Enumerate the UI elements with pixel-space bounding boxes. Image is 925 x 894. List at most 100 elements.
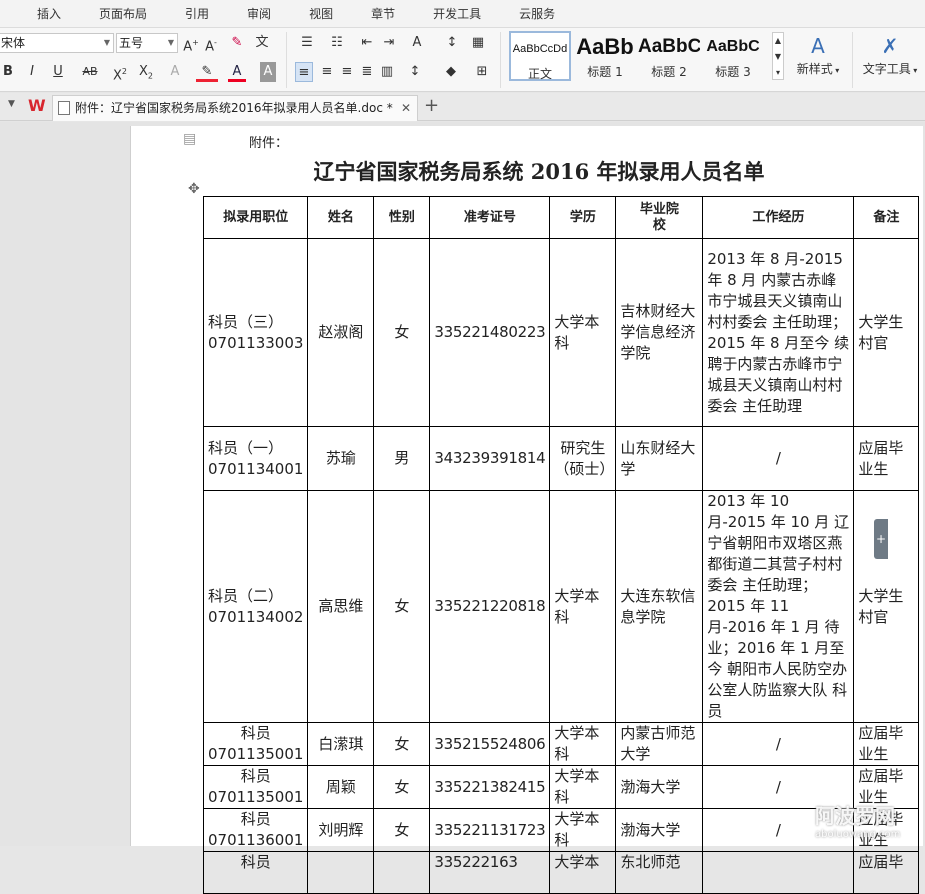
header-cell: 性别	[373, 196, 431, 239]
position-cell: 科员（二）0701134002	[202, 490, 309, 723]
superscript-icon[interactable]: X2	[110, 62, 130, 83]
school-cell: 大连东软信息学院	[615, 490, 704, 723]
paragraph-shading-icon[interactable]: ◆	[438, 62, 464, 82]
style-name: 标题 3	[715, 65, 751, 79]
new-tab-icon[interactable]: +	[424, 95, 439, 116]
new-style-button[interactable]: A 新样式 ▾	[792, 32, 844, 77]
style-preview: AaBbC	[638, 36, 700, 57]
bullet-list-icon[interactable]: ☰	[294, 33, 320, 53]
education-cell: 大学本	[549, 851, 617, 894]
position-cell: 科员 0701135001	[202, 722, 309, 766]
document-tab-title: 附件：辽宁省国家税务局系统2016年拟录用人员名单.doc *	[75, 101, 393, 115]
experience-cell: 2013 年 8 月-2015 年 8 月 内蒙古赤峰市宁城县天义镇南山村村委会…	[702, 238, 855, 427]
exam-id-cell: 335221220818	[429, 490, 551, 723]
name-cell: 高思维	[307, 490, 375, 723]
char-shading-icon[interactable]: A	[260, 62, 276, 82]
tab-view[interactable]: 视图	[290, 5, 352, 22]
attachment-label: 附件：	[249, 136, 289, 151]
education-cell: 研究生（硕士）	[549, 426, 617, 491]
distributed-icon[interactable]: ▥	[378, 62, 396, 82]
align-right-icon[interactable]: ≡	[338, 62, 356, 82]
font-color-icon[interactable]: A	[228, 62, 246, 82]
sort-icon[interactable]: ↕	[440, 33, 464, 53]
note-cell: 大学生村官	[853, 238, 920, 427]
subscript-icon[interactable]: X2	[136, 62, 156, 82]
school-cell: 吉林财经大学信息经济学院	[615, 238, 704, 427]
note-cell: 应届毕业生	[853, 722, 920, 766]
name-cell: 刘明辉	[307, 808, 375, 852]
name-cell: 白潆琪	[307, 722, 375, 766]
position-cell: 科员	[202, 851, 309, 894]
divider	[286, 32, 287, 88]
table-row: 科员 0701135001 周颖 女 335221382415 大学本科 渤海大…	[202, 765, 920, 809]
tab-cloud[interactable]: 云服务	[500, 5, 574, 22]
font-size-select[interactable]: 五号 ▼	[116, 33, 178, 53]
tab-menu-icon[interactable]: ▼	[8, 99, 15, 109]
watermark-main: 阿波罗网	[815, 804, 895, 828]
borders-icon[interactable]: ⊞	[470, 62, 494, 82]
style-heading-1[interactable]: AaBb 标题 1	[574, 31, 636, 81]
underline-icon[interactable]: U	[48, 62, 68, 82]
justify-icon[interactable]: ≣	[358, 62, 376, 82]
style-scroll-icon[interactable]: ▲ ▼ ▾	[772, 32, 784, 80]
italic-icon[interactable]: I	[24, 62, 40, 82]
align-left-icon[interactable]: ≡	[295, 62, 313, 82]
style-preview: AaBbC	[706, 38, 760, 55]
sex-cell	[373, 851, 431, 894]
line-spacing-icon[interactable]: ↕	[404, 62, 426, 82]
tab-chapter[interactable]: 章节	[352, 5, 414, 22]
tab-insert[interactable]: 插入	[0, 5, 80, 22]
sex-cell: 女	[373, 765, 431, 809]
position-cell: 科员（一）0701134001	[202, 426, 309, 491]
document-tab[interactable]: 附件：辽宁省国家税务局系统2016年拟录用人员名单.doc * ✕	[52, 95, 418, 121]
bold-icon[interactable]: B	[0, 62, 16, 82]
site-watermark: 阿波罗网 aboluowang.com	[815, 800, 900, 840]
strikethrough-icon[interactable]: AB	[78, 62, 102, 82]
font-name-select[interactable]: 宋体 ▼	[0, 33, 114, 53]
candidates-table: 拟录用职位 姓名 性别 准考证号 学历 毕业院校 工作经历 备注 科员（三）07…	[202, 196, 920, 894]
wrench-icon: ✗	[881, 34, 899, 58]
name-cell	[307, 851, 375, 894]
style-normal[interactable]: AaBbCcDd 正文	[509, 31, 571, 81]
education-cell: 大学本科	[549, 238, 617, 427]
highlight-icon[interactable]: ✎	[196, 62, 218, 82]
style-heading-2[interactable]: AaBbC 标题 2	[638, 31, 700, 81]
document-canvas[interactable]: ▤ 附件： 辽宁省国家税务局系统 2016 年拟录用人员名单 ✥ 拟录用职位 姓…	[0, 122, 925, 894]
sex-cell: 男	[373, 426, 431, 491]
table-grid-icon[interactable]: ▦	[468, 33, 488, 53]
note-cell: 应届毕	[853, 851, 920, 894]
style-preview: AaBbCcDd	[512, 43, 568, 55]
style-name: 标题 1	[587, 65, 623, 79]
close-icon[interactable]: ✕	[401, 96, 411, 120]
phonetic-icon[interactable]: 文	[250, 33, 274, 53]
wps-logo-icon[interactable]: W	[28, 96, 46, 115]
text-tools-button[interactable]: ✗ 文字工具 ▾	[858, 32, 922, 77]
numbered-list-icon[interactable]: ☷	[324, 33, 350, 53]
expand-panel-icon[interactable]: +	[874, 519, 888, 559]
exam-id-cell: 335215524806	[429, 722, 551, 766]
increase-indent-icon[interactable]: ⇥	[380, 33, 398, 53]
document-tab-strip: ▼ W 附件：辽宁省国家税务局系统2016年拟录用人员名单.doc * ✕ +	[0, 93, 925, 121]
tab-page-layout[interactable]: 页面布局	[80, 5, 166, 22]
shrink-font-icon[interactable]: A-	[202, 33, 220, 54]
name-cell: 苏瑜	[307, 426, 375, 491]
table-header-row: 拟录用职位 姓名 性别 准考证号 学历 毕业院校 工作经历 备注	[202, 196, 920, 239]
text-effect-icon[interactable]: A	[166, 62, 184, 82]
decrease-indent-icon[interactable]: ⇤	[358, 33, 376, 53]
tab-developer[interactable]: 开发工具	[414, 5, 500, 22]
align-center-icon[interactable]: ≡	[318, 62, 336, 82]
tab-review[interactable]: 审阅	[228, 5, 290, 22]
clear-format-icon[interactable]: ✎	[228, 33, 246, 53]
table-move-icon[interactable]: ✥	[188, 181, 200, 197]
layout-options-icon[interactable]: ▤	[183, 131, 196, 147]
exam-id-cell: 335221382415	[429, 765, 551, 809]
document-page[interactable]: ▤ 附件： 辽宁省国家税务局系统 2016 年拟录用人员名单 ✥ 拟录用职位 姓…	[130, 126, 923, 894]
chevron-down-icon: ▼	[103, 38, 110, 47]
name-cell: 赵淑阁	[307, 238, 375, 427]
text-direction-icon[interactable]: A	[404, 33, 430, 53]
style-preview: AaBb	[576, 34, 634, 59]
new-style-label: 新样式	[796, 62, 833, 76]
grow-font-icon[interactable]: A+	[182, 33, 200, 54]
tab-references[interactable]: 引用	[166, 5, 228, 22]
style-heading-3[interactable]: AaBbC 标题 3	[702, 31, 764, 81]
